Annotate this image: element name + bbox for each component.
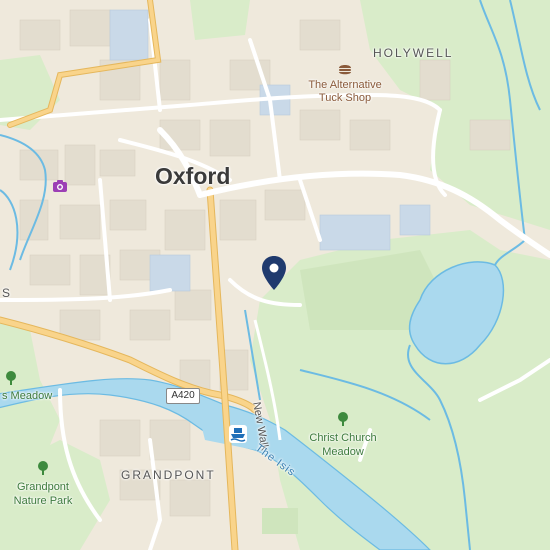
boat-icon[interactable] [229,425,247,443]
poi-label-grandpont-text: Grandpont Nature Park [13,481,73,507]
poi-label-christ-church-text: Christ Church Meadow [309,432,377,458]
camera-icon[interactable] [53,180,67,192]
tree-icon [6,371,16,385]
road-shield-a420: A420 [166,388,200,404]
burger-food-icon[interactable] [338,62,352,76]
location-pin-icon[interactable] [262,256,286,290]
tree-icon [338,412,348,426]
poi-label-tuck-shop-text: The Alternative Tuck Shop [308,79,382,104]
poi-label-tuck-shop[interactable]: The Alternative Tuck Shop [300,79,390,105]
poi-label-christ-church-meadow[interactable]: Christ Church Meadow [303,431,383,459]
tree-icon [38,461,48,475]
road-shield-label: A420 [171,390,195,401]
map-canvas[interactable]: A420 Oxford HOLYWELL GRANDPONT S The Alt… [0,0,550,550]
district-label-holywell: HOLYWELL [373,46,454,60]
poi-label-meadow-edge[interactable]: s Meadow [2,389,52,403]
district-label-edge: S [2,286,13,300]
poi-label-grandpont-nature-park[interactable]: Grandpont Nature Park [3,480,83,508]
city-label-oxford: Oxford [155,163,231,189]
district-label-grandpont: GRANDPONT [121,468,216,482]
